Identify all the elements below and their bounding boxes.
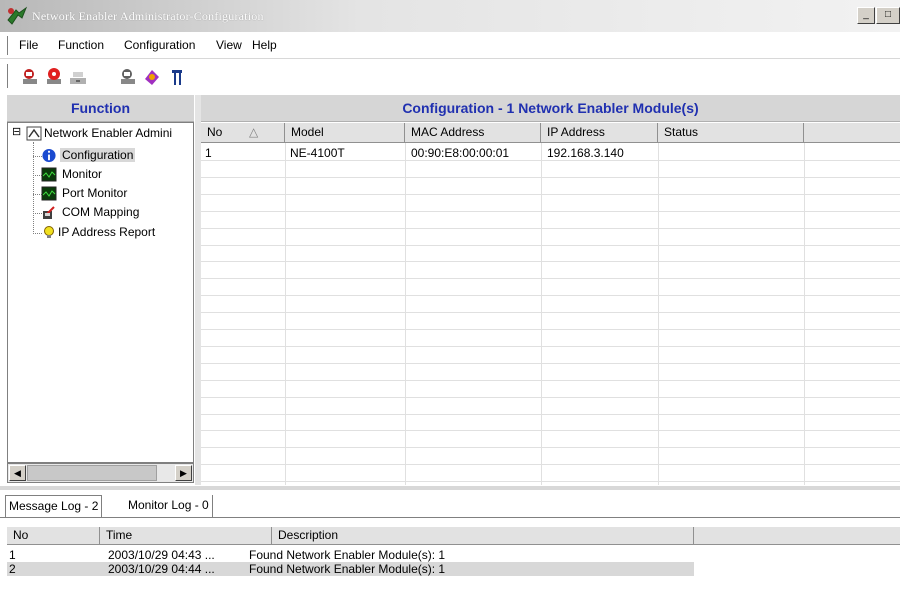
ip-report-icon bbox=[44, 226, 54, 238]
column-header-status[interactable]: Status bbox=[658, 123, 804, 143]
toolbar bbox=[0, 58, 900, 92]
grid-row-line bbox=[201, 312, 900, 313]
log-column-blank bbox=[694, 527, 900, 545]
menu-configuration[interactable]: Configuration bbox=[124, 38, 195, 52]
monitor-icon bbox=[41, 167, 57, 182]
log-cell-time: 2003/10/29 04:43 ... bbox=[108, 548, 215, 562]
exit-icon[interactable] bbox=[168, 67, 188, 87]
cell-mac: 00:90:E8:00:00:01 bbox=[411, 146, 510, 160]
tree-item-com-mapping[interactable]: COM Mapping bbox=[62, 205, 139, 219]
grid-column-line bbox=[658, 143, 659, 485]
window-title: Network Enabler Administrator-Configurat… bbox=[32, 9, 264, 23]
grid-row-line bbox=[201, 278, 900, 279]
configure-icon[interactable] bbox=[142, 67, 162, 87]
grid-row-line bbox=[201, 481, 900, 482]
cell-no: 1 bbox=[205, 146, 212, 160]
log-row[interactable]: 1 2003/10/29 04:43 ... Found Network Ena… bbox=[7, 548, 694, 562]
tab-monitor-log[interactable]: Monitor Log - 0 bbox=[124, 495, 213, 517]
log-column-description[interactable]: Description bbox=[272, 527, 694, 545]
log-column-time[interactable]: Time bbox=[100, 527, 272, 545]
sort-ascending-icon: △ bbox=[249, 125, 259, 139]
grid-row-line bbox=[201, 211, 900, 212]
broadcast-search-icon[interactable] bbox=[44, 67, 64, 87]
scroll-left-button[interactable]: ◀ bbox=[9, 465, 26, 481]
menu-function[interactable]: Function bbox=[58, 38, 104, 52]
grid-row-line bbox=[201, 380, 900, 381]
log-cell-no: 1 bbox=[9, 548, 16, 562]
grid-row-line bbox=[201, 346, 900, 347]
grid-row-line bbox=[201, 430, 900, 431]
grid-row-line bbox=[201, 245, 900, 246]
grid-row-line bbox=[201, 160, 900, 161]
info-icon bbox=[42, 148, 56, 163]
log-column-no[interactable]: No bbox=[7, 527, 100, 545]
grid-column-line bbox=[541, 143, 542, 485]
grid-row-line bbox=[201, 464, 900, 465]
module-list: No △ Model MAC Address IP Address Status… bbox=[201, 123, 900, 485]
tree-root-label[interactable]: Network Enabler Admini bbox=[44, 126, 172, 140]
port-monitor-icon bbox=[41, 186, 57, 201]
tab-message-log[interactable]: Message Log - 2 bbox=[5, 495, 103, 517]
column-header-ip[interactable]: IP Address bbox=[541, 123, 658, 143]
grid-row-line bbox=[201, 261, 900, 262]
minimize-button[interactable]: _ bbox=[857, 7, 875, 24]
column-no-label: No bbox=[207, 125, 223, 139]
tree-item-monitor[interactable]: Monitor bbox=[62, 167, 102, 181]
log-cell-description: Found Network Enabler Module(s): 1 bbox=[249, 562, 446, 576]
grid-column-line bbox=[405, 143, 406, 485]
function-panel-header: Function bbox=[7, 95, 194, 122]
grid-row-line bbox=[201, 295, 900, 296]
scroll-thumb[interactable] bbox=[27, 465, 157, 481]
configuration-panel-title: Configuration - 1 Network Enabler Module… bbox=[402, 100, 699, 116]
grid-row-line bbox=[201, 414, 900, 415]
maximize-button[interactable]: □ bbox=[876, 7, 900, 24]
grid-row-line bbox=[201, 363, 900, 364]
tree-item-port-monitor[interactable]: Port Monitor bbox=[62, 186, 127, 200]
log-row-selected[interactable]: 2 2003/10/29 04:44 ... Found Network Ena… bbox=[7, 562, 694, 576]
grid-row-line bbox=[201, 447, 900, 448]
column-header-no[interactable]: No △ bbox=[201, 123, 285, 143]
ip-search-icon[interactable] bbox=[118, 67, 138, 87]
search-network-icon[interactable] bbox=[20, 67, 40, 87]
column-header-mac[interactable]: MAC Address bbox=[405, 123, 541, 143]
function-panel-title: Function bbox=[70, 100, 131, 116]
function-tree: ⊟ Network Enabler Admini Configuration M… bbox=[7, 122, 194, 463]
tree-collapse-toggle[interactable]: ⊟ bbox=[12, 125, 21, 138]
grid-row-line bbox=[201, 329, 900, 330]
tree-item-ip-report[interactable]: IP Address Report bbox=[58, 225, 155, 239]
menu-file[interactable]: File bbox=[19, 38, 38, 52]
toolbar-grip bbox=[7, 64, 10, 88]
grid-column-line bbox=[804, 143, 805, 485]
grid-row-line bbox=[201, 177, 900, 178]
configuration-panel-header: Configuration - 1 Network Enabler Module… bbox=[201, 95, 900, 122]
log-cell-description: Found Network Enabler Module(s): 1 bbox=[249, 548, 446, 562]
message-log-list: No Time Description 1 2003/10/29 04:43 .… bbox=[7, 527, 900, 595]
column-header-model[interactable]: Model bbox=[285, 123, 405, 143]
table-row[interactable]: 1 NE-4100T 00:90:E8:00:00:01 192.168.3.1… bbox=[201, 144, 900, 160]
tree-horizontal-scrollbar[interactable]: ◀ ▶ bbox=[7, 463, 194, 483]
scroll-right-button[interactable]: ▶ bbox=[175, 465, 192, 481]
log-tab-strip: Message Log - 2 Monitor Log - 0 bbox=[0, 490, 900, 518]
menu-help[interactable]: Help bbox=[252, 38, 277, 52]
menu-grip bbox=[7, 36, 10, 55]
com-mapping-icon bbox=[43, 206, 55, 219]
network-root-icon bbox=[26, 126, 42, 141]
tree-item-configuration[interactable]: Configuration bbox=[60, 148, 136, 162]
network-app-icon bbox=[7, 6, 28, 25]
grid-row-line bbox=[201, 194, 900, 195]
menu-bar: File Function Configuration View Help bbox=[0, 32, 900, 58]
title-bar: Network Enabler Administrator-Configurat… bbox=[0, 0, 900, 32]
grid-row-line bbox=[201, 397, 900, 398]
cell-model: NE-4100T bbox=[290, 146, 345, 160]
log-cell-no: 2 bbox=[9, 562, 16, 576]
unlock-icon[interactable] bbox=[68, 67, 88, 87]
cell-ip: 192.168.3.140 bbox=[547, 146, 624, 160]
grid-column-line bbox=[285, 143, 286, 485]
grid-row-line bbox=[201, 228, 900, 229]
log-cell-time: 2003/10/29 04:44 ... bbox=[108, 562, 215, 576]
column-header-blank bbox=[804, 123, 900, 143]
menu-view[interactable]: View bbox=[216, 38, 242, 52]
